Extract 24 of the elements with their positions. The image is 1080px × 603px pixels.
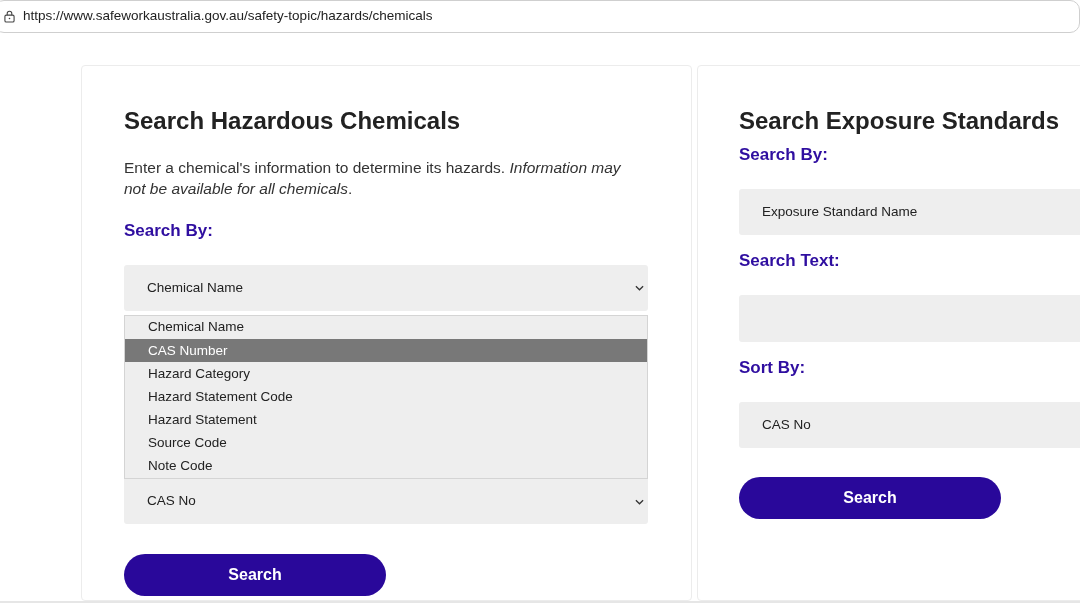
- dropdown-option[interactable]: CAS Number: [125, 339, 647, 363]
- card-title: Search Exposure Standards: [739, 106, 1061, 136]
- card-description: Enter a chemical's information to determine its hazards. Information may not be available for all chemicals.: [124, 158, 622, 199]
- chevron-down-icon: [635, 285, 644, 291]
- dropdown-option[interactable]: Source Code: [125, 431, 647, 455]
- field-label: Search By:: [124, 220, 214, 242]
- dropdown-select[interactable]: Chemical Name: [124, 265, 648, 311]
- field-label: Search Text:: [739, 250, 841, 272]
- address-bar[interactable]: https://www.safeworkaustralia.gov.au/safety-topic/hazards/chemicals: [0, 0, 1080, 33]
- dropdown-select[interactable]: CAS No: [124, 479, 648, 524]
- chevron-down-icon: [635, 498, 644, 505]
- dropdown-option[interactable]: Chemical Name: [125, 316, 647, 340]
- dropdown-option[interactable]: Hazard Statement Code: [125, 385, 647, 409]
- search-button[interactable]: Search: [124, 554, 386, 596]
- card-title: Search Hazardous Chemicals: [124, 106, 462, 136]
- lock-icon: [4, 10, 15, 23]
- search-button[interactable]: Search: [739, 477, 1001, 519]
- dropdown-option[interactable]: Hazard Category: [125, 362, 647, 386]
- dropdown-select[interactable]: Exposure Standard Name: [739, 189, 1080, 235]
- field-label: Sort By:: [739, 357, 807, 379]
- dropdown-option[interactable]: Note Code: [125, 454, 647, 478]
- dropdown-select[interactable]: CAS No: [739, 402, 1080, 448]
- dropdown-option[interactable]: Hazard Statement: [125, 408, 647, 432]
- field-label: Search By:: [739, 144, 829, 166]
